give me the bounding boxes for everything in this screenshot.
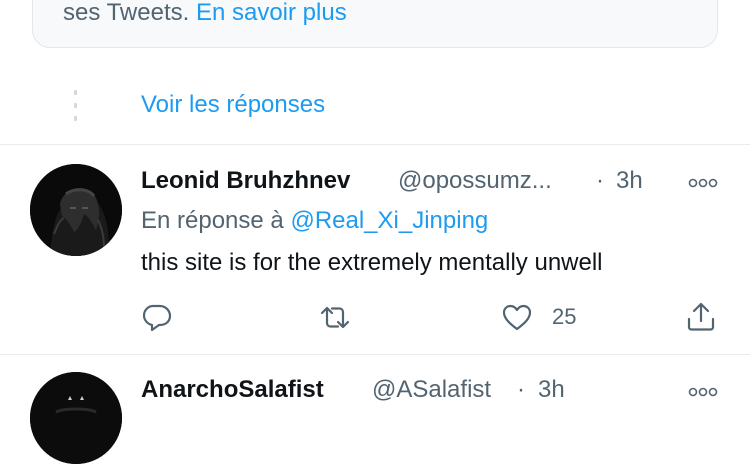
tweet-text: this site is for the extremely mentally … xyxy=(141,249,603,276)
more-options-icon[interactable] xyxy=(688,176,718,188)
reply-prefix: En réponse à xyxy=(141,207,284,234)
tweet-author-handle[interactable]: @ASalafist xyxy=(372,377,491,403)
divider xyxy=(0,144,750,145)
tweet-author-name[interactable]: AnarchoSalafist xyxy=(141,376,324,403)
notice-card: ses Tweets. En savoir plus xyxy=(32,0,718,48)
share-icon[interactable] xyxy=(684,300,718,334)
tweet-timestamp[interactable]: 3h xyxy=(616,167,643,194)
reply-icon[interactable] xyxy=(140,300,174,334)
learn-more-link[interactable]: En savoir plus xyxy=(196,0,347,26)
reply-context: En réponse à @Real_Xi_Jinping xyxy=(141,207,488,234)
retweet-icon[interactable] xyxy=(318,300,352,334)
show-replies-link[interactable]: Voir les réponses xyxy=(141,91,325,118)
like-count: 25 xyxy=(552,304,577,329)
tweet-author-handle[interactable]: @opossumz... xyxy=(398,168,578,194)
reply-to-handle-link[interactable]: @Real_Xi_Jinping xyxy=(290,207,488,234)
like-icon[interactable] xyxy=(500,300,534,334)
tweet-separator: · xyxy=(517,376,525,403)
tweet-timestamp[interactable]: 3h xyxy=(538,376,565,403)
notice-message: ses Tweets. xyxy=(63,0,190,26)
tweet-separator: · xyxy=(596,167,604,194)
avatar[interactable] xyxy=(30,372,122,464)
avatar[interactable] xyxy=(30,164,122,256)
divider xyxy=(0,354,750,355)
tweet-author-name[interactable]: Leonid Bruhzhnev xyxy=(141,167,350,194)
thread-connector-icon xyxy=(74,90,78,122)
notice-text: ses Tweets. En savoir plus xyxy=(63,1,347,25)
more-options-icon[interactable] xyxy=(688,385,718,397)
